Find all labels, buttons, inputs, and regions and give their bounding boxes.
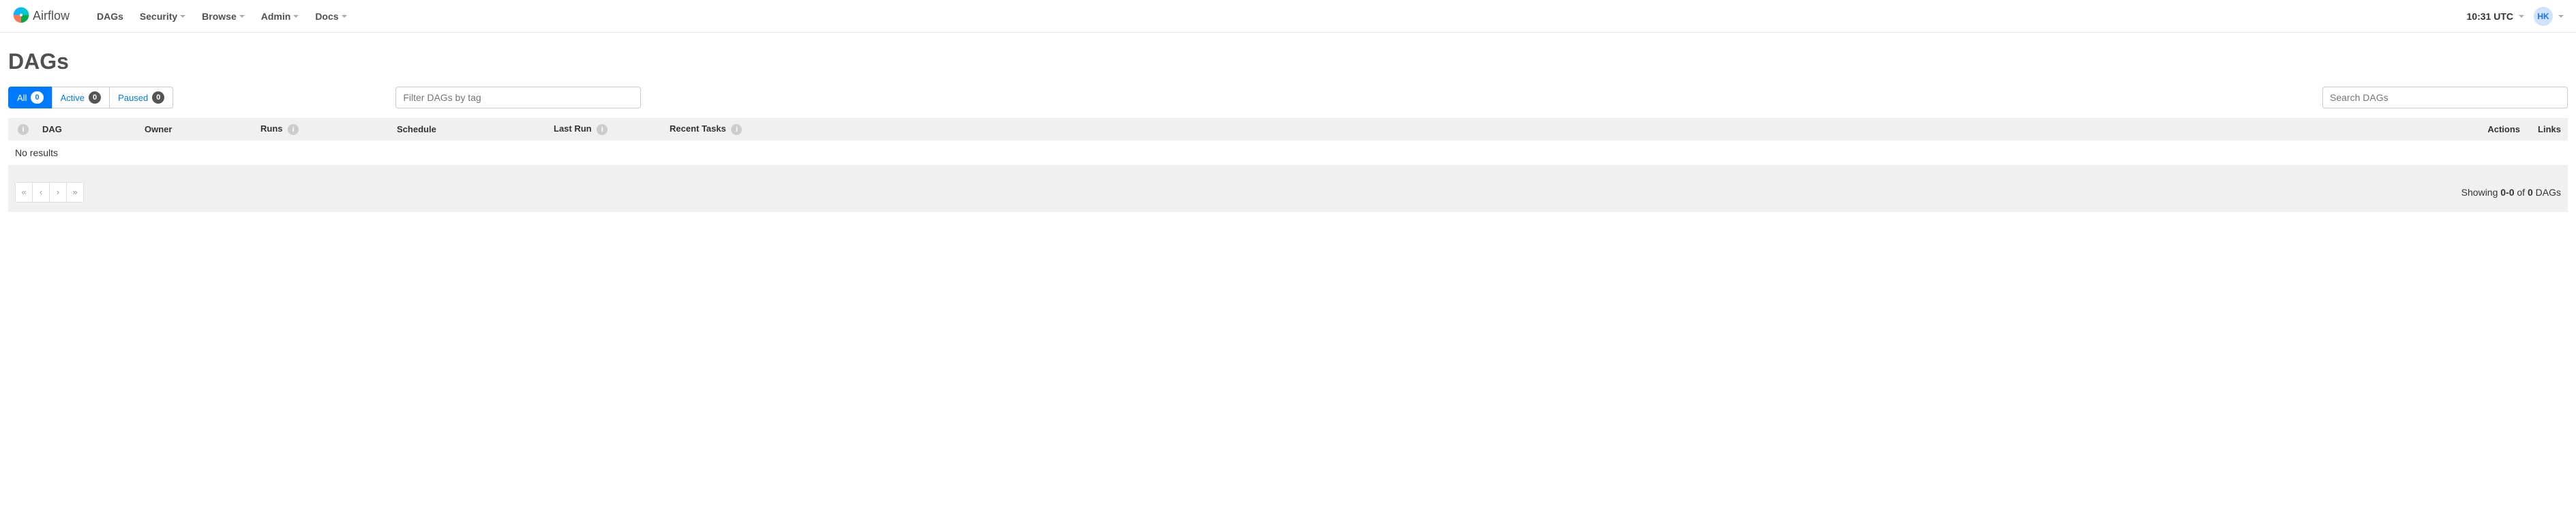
dag-table: i DAG Owner Runs i Schedule Last Run i R… — [8, 118, 2568, 166]
search-dags-input[interactable] — [2322, 87, 2568, 108]
filter-tags-input[interactable] — [395, 87, 641, 108]
showing-prefix: Showing — [2461, 187, 2501, 198]
pager-next-button[interactable]: › — [49, 182, 67, 203]
avatar-initials: HK — [2537, 12, 2549, 21]
chevron-down-icon — [180, 15, 185, 18]
nav-item-admin[interactable]: Admin — [253, 1, 308, 31]
filter-all-button[interactable]: All 0 — [8, 87, 53, 108]
pager-first-button[interactable]: « — [15, 182, 33, 203]
nav-item-docs[interactable]: Docs — [307, 1, 355, 31]
filter-count-badge: 0 — [152, 91, 164, 104]
col-last-run-label: Last Run — [554, 123, 592, 134]
airflow-logo-icon — [12, 6, 30, 26]
chevron-down-icon — [293, 15, 299, 18]
nav-label: Browse — [202, 11, 237, 22]
chevron-down-icon — [239, 15, 245, 18]
col-last-run: Last Run i — [547, 118, 663, 140]
nav-label: DAGs — [97, 11, 123, 22]
chevron-down-icon — [2558, 15, 2564, 18]
nav-right: 10:31 UTC HK — [2467, 7, 2564, 26]
pager: « ‹ › » — [15, 182, 84, 203]
nav-item-browse[interactable]: Browse — [194, 1, 253, 31]
col-recent-tasks: Recent Tasks i — [663, 118, 2472, 140]
col-runs: Runs i — [254, 118, 390, 140]
page-title: DAGs — [8, 49, 2568, 74]
brand-name: Airflow — [33, 9, 70, 23]
filter-count-badge: 0 — [89, 91, 101, 104]
col-actions: Actions — [2472, 118, 2527, 140]
controls-row: All 0 Active 0 Paused 0 — [8, 87, 2568, 108]
nav-label: Docs — [315, 11, 338, 22]
filter-active-button[interactable]: Active 0 — [52, 87, 110, 108]
showing-text: Showing 0-0 of 0 DAGs — [2461, 187, 2561, 198]
nav-items: DAGs Security Browse Admin Docs — [89, 1, 355, 31]
no-results-cell: No results — [8, 140, 2568, 166]
showing-range: 0-0 — [2500, 187, 2514, 198]
showing-of: of — [2515, 187, 2528, 198]
avatar: HK — [2534, 7, 2553, 26]
filter-label: Paused — [118, 93, 148, 103]
main: DAGs All 0 Active 0 Paused 0 i — [0, 33, 2576, 233]
table-footer: « ‹ › » Showing 0-0 of 0 DAGs — [8, 166, 2568, 212]
navbar: Airflow DAGs Security Browse Admin Docs … — [0, 0, 2576, 33]
nav-label: Admin — [261, 11, 291, 22]
info-icon: i — [597, 124, 608, 135]
pager-last-button[interactable]: » — [66, 182, 84, 203]
showing-suffix: DAGs — [2533, 187, 2561, 198]
chevron-down-icon — [342, 15, 347, 18]
filter-label: Active — [61, 93, 85, 103]
col-toggle: i — [8, 118, 35, 140]
filter-paused-button[interactable]: Paused 0 — [109, 87, 173, 108]
col-schedule: Schedule — [390, 118, 547, 140]
nav-label: Security — [140, 11, 177, 22]
col-links: Links — [2527, 118, 2568, 140]
clock-text: 10:31 UTC — [2467, 11, 2513, 22]
table-row-empty: No results — [8, 140, 2568, 166]
filter-count-badge: 0 — [31, 91, 43, 104]
user-menu[interactable]: HK — [2534, 7, 2564, 26]
col-dag[interactable]: DAG — [35, 118, 138, 140]
chevron-down-icon — [2519, 15, 2524, 18]
nav-item-security[interactable]: Security — [132, 1, 194, 31]
showing-total: 0 — [2528, 187, 2533, 198]
pager-prev-button[interactable]: ‹ — [32, 182, 50, 203]
filter-group: All 0 Active 0 Paused 0 — [8, 87, 173, 108]
col-runs-label: Runs — [260, 123, 283, 134]
nav-item-dags[interactable]: DAGs — [89, 1, 132, 31]
clock[interactable]: 10:31 UTC — [2467, 11, 2524, 22]
brand[interactable]: Airflow — [12, 6, 70, 26]
info-icon: i — [18, 124, 29, 135]
table-header-row: i DAG Owner Runs i Schedule Last Run i R… — [8, 118, 2568, 140]
col-recent-tasks-label: Recent Tasks — [670, 123, 726, 134]
info-icon: i — [288, 124, 299, 135]
filter-label: All — [17, 93, 27, 103]
info-icon: i — [731, 124, 742, 135]
col-owner[interactable]: Owner — [138, 118, 254, 140]
